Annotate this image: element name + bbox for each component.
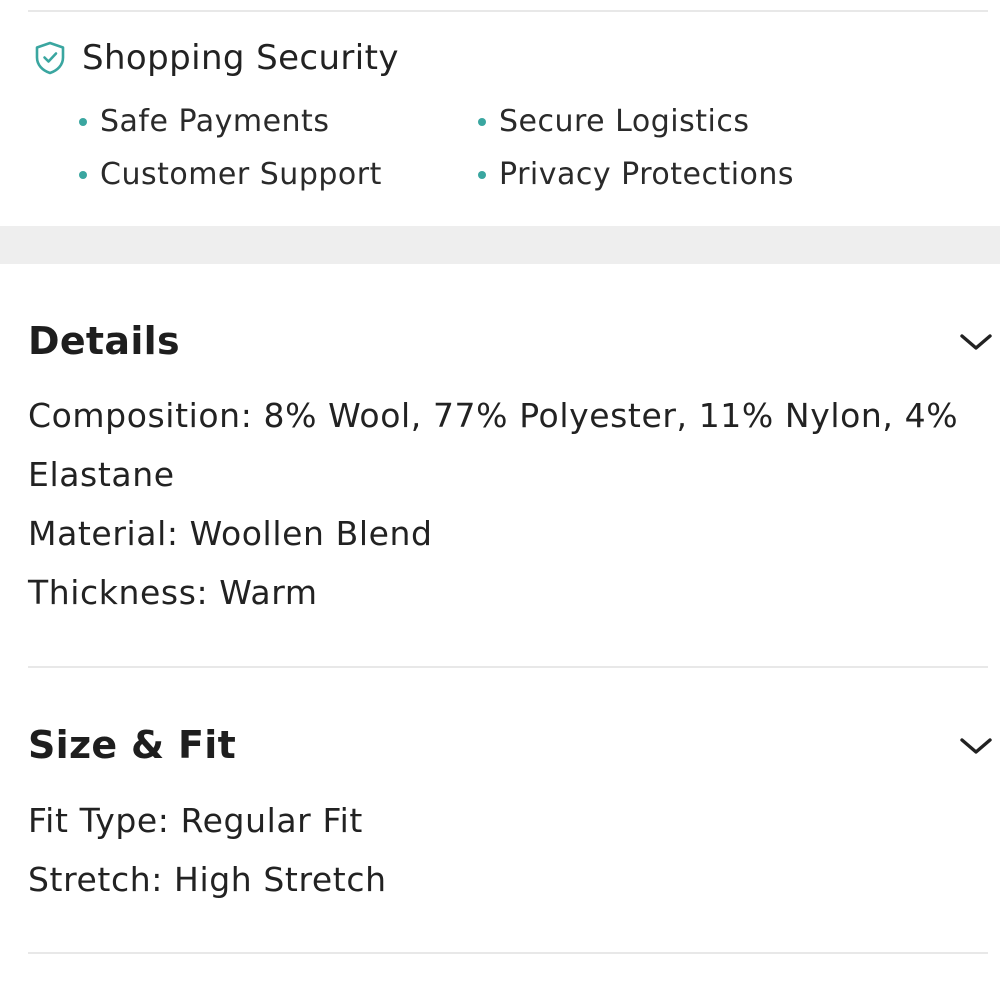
section-separator-band — [0, 226, 1000, 264]
shopping-security-section: Shopping Security Safe Payments Secure L… — [0, 12, 1000, 226]
size-fit-header[interactable]: Size & Fit — [28, 720, 994, 770]
security-item-label: Customer Support — [100, 157, 382, 192]
size-fit-section: Size & Fit Fit Type: Regular Fit Stretch… — [0, 668, 1000, 1000]
size-fit-line-fit-type: Fit Type: Regular Fit — [28, 801, 363, 840]
security-item-label: Safe Payments — [100, 104, 330, 139]
chevron-down-icon[interactable] — [958, 329, 994, 353]
security-item-customer-support: Customer Support — [79, 157, 382, 192]
details-content: Composition: 8% Wool, 77% Polyester, 11%… — [28, 386, 980, 622]
security-item-privacy-protections: Privacy Protections — [478, 157, 794, 192]
details-title: Details — [28, 319, 180, 363]
details-section: Details Composition: 8% Wool, 77% Polyes… — [0, 264, 1000, 668]
chevron-down-icon[interactable] — [958, 733, 994, 757]
details-line-composition: Composition: 8% Wool, 77% Polyester, 11%… — [28, 396, 959, 494]
details-line-material: Material: Woollen Blend — [28, 514, 433, 553]
details-line-thickness: Thickness: Warm — [28, 573, 318, 612]
size-fit-line-stretch: Stretch: High Stretch — [28, 860, 387, 899]
security-item-label: Privacy Protections — [499, 157, 795, 192]
details-header[interactable]: Details — [28, 316, 994, 366]
shield-check-icon — [35, 41, 65, 75]
product-info-page: Shopping Security Safe Payments Secure L… — [0, 0, 1000, 1000]
size-fit-content: Fit Type: Regular Fit Stretch: High Stre… — [28, 791, 980, 909]
bullet-dot-icon — [478, 117, 486, 126]
bullet-dot-icon — [79, 170, 87, 179]
size-fit-bottom-divider — [28, 952, 988, 954]
security-item-safe-payments: Safe Payments — [79, 104, 329, 139]
bullet-dot-icon — [79, 117, 87, 126]
size-fit-title: Size & Fit — [28, 723, 237, 767]
bullet-dot-icon — [478, 170, 486, 179]
security-item-label: Secure Logistics — [499, 104, 750, 139]
security-item-secure-logistics: Secure Logistics — [478, 104, 749, 139]
shopping-security-header: Shopping Security — [30, 38, 399, 78]
shopping-security-title: Shopping Security — [82, 38, 399, 78]
